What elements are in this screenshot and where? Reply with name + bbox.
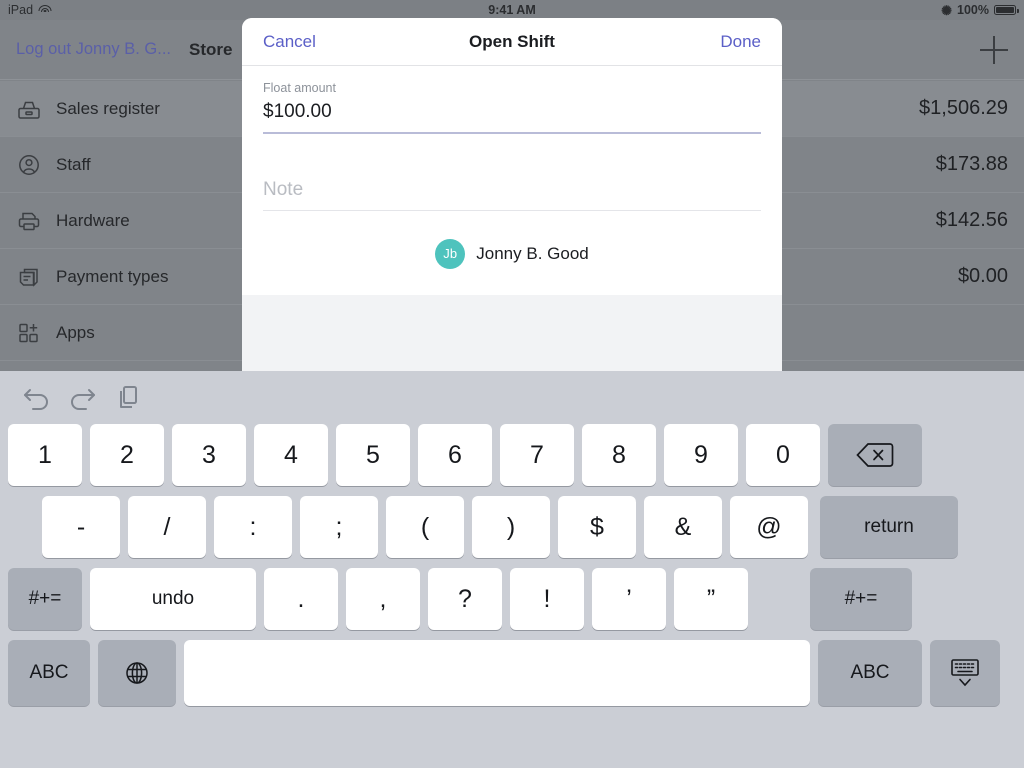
store-title: Store — [189, 39, 233, 59]
list-item-amount: $173.88 — [935, 153, 1008, 175]
key-3[interactable]: 3 — [172, 424, 246, 486]
key-2[interactable]: 2 — [90, 424, 164, 486]
status-bar-right: ✺ 100% — [941, 2, 1019, 18]
list-item-label: Payment types — [56, 266, 169, 286]
key-return[interactable]: return — [820, 496, 958, 558]
dismiss-keyboard-icon[interactable] — [930, 640, 1000, 706]
key-6[interactable]: 6 — [418, 424, 492, 486]
battery-full-icon — [994, 5, 1019, 15]
key-0[interactable]: 0 — [746, 424, 820, 486]
bluetooth-icon: ✺ — [941, 2, 953, 18]
payment-types-icon — [16, 264, 42, 290]
key-abc-right[interactable]: ABC — [818, 640, 922, 706]
backspace-icon[interactable] — [828, 424, 922, 486]
key-comma[interactable]: , — [346, 568, 420, 630]
key-ampersand[interactable]: & — [644, 496, 722, 558]
key-slash[interactable]: / — [128, 496, 206, 558]
key-hyphen[interactable]: - — [42, 496, 120, 558]
sales-register-icon — [16, 96, 42, 122]
modal-body: Float amount $100.00 Note Jb Jonny B. Go… — [242, 66, 782, 295]
onscreen-keyboard: 1 2 3 4 5 6 7 8 9 0 - / : ; ( ) $ & @ re… — [0, 371, 1024, 768]
done-button[interactable]: Done — [720, 32, 761, 52]
list-item-label: Apps — [56, 322, 95, 342]
float-amount-label: Float amount — [263, 81, 336, 95]
key-5[interactable]: 5 — [336, 424, 410, 486]
key-8[interactable]: 8 — [582, 424, 656, 486]
key-dollar[interactable]: $ — [558, 496, 636, 558]
list-item-label: Hardware — [56, 210, 130, 230]
logout-button[interactable]: Log out Jonny B. G... — [16, 40, 171, 59]
key-abc-left[interactable]: ABC — [8, 640, 90, 706]
key-1[interactable]: 1 — [8, 424, 82, 486]
keyboard-toolbar — [0, 371, 1024, 424]
key-apostrophe[interactable]: ’ — [592, 568, 666, 630]
list-item-amount: $142.56 — [935, 209, 1008, 231]
key-symbols-right[interactable]: #+= — [810, 568, 912, 630]
key-space[interactable] — [184, 640, 810, 706]
key-question[interactable]: ? — [428, 568, 502, 630]
status-bar: iPad 9:41 AM ✺ 100% — [0, 0, 1024, 20]
staff-icon — [16, 152, 42, 178]
undo-icon[interactable] — [20, 381, 54, 413]
key-7[interactable]: 7 — [500, 424, 574, 486]
float-amount-field[interactable]: Float amount $100.00 — [263, 66, 761, 134]
key-9[interactable]: 9 — [664, 424, 738, 486]
list-item-label: Sales register — [56, 98, 160, 118]
keyboard-row-numbers: 1 2 3 4 5 6 7 8 9 0 — [0, 424, 1024, 486]
key-at[interactable]: @ — [730, 496, 808, 558]
ipad-screen: iPad 9:41 AM ✺ 100% Log out Jonny B. G..… — [0, 0, 1024, 768]
keyboard-row-symbols-1: - / : ; ( ) $ & @ return — [0, 486, 1024, 558]
keyboard-row-symbols-2: #+= undo . , ? ! ’ ” #+= — [0, 558, 1024, 630]
key-paren-close[interactable]: ) — [472, 496, 550, 558]
key-period[interactable]: . — [264, 568, 338, 630]
status-bar-clock: 9:41 AM — [488, 3, 536, 17]
plus-icon[interactable] — [980, 35, 1008, 64]
list-item-label: Staff — [56, 154, 91, 174]
modal-filler — [242, 294, 782, 371]
shift-user-row[interactable]: Jb Jonny B. Good — [263, 211, 761, 295]
key-4[interactable]: 4 — [254, 424, 328, 486]
list-item-amount: $1,506.29 — [919, 97, 1008, 119]
globe-icon[interactable] — [98, 640, 176, 706]
key-colon[interactable]: : — [214, 496, 292, 558]
modal-header: Cancel Open Shift Done — [242, 18, 782, 66]
avatar: Jb — [435, 238, 466, 269]
key-exclamation[interactable]: ! — [510, 568, 584, 630]
key-semicolon[interactable]: ; — [300, 496, 378, 558]
key-quote[interactable]: ” — [674, 568, 748, 630]
list-item-amount: $0.00 — [957, 265, 1008, 287]
note-field[interactable]: Note — [263, 134, 761, 211]
key-undo[interactable]: undo — [90, 568, 256, 630]
apps-icon — [16, 320, 42, 346]
note-input[interactable]: Note — [263, 174, 761, 210]
key-paren-open[interactable]: ( — [386, 496, 464, 558]
redo-icon[interactable] — [65, 381, 99, 413]
hardware-icon — [16, 208, 42, 234]
open-shift-modal: Cancel Open Shift Done Float amount $100… — [242, 18, 782, 371]
battery-percent-label: 100% — [957, 3, 989, 17]
modal-title: Open Shift — [469, 31, 555, 51]
float-amount-input[interactable]: $100.00 — [263, 96, 761, 132]
paste-icon[interactable] — [112, 381, 146, 413]
user-name-label: Jonny B. Good — [476, 243, 589, 263]
key-symbols-left[interactable]: #+= — [8, 568, 82, 630]
keyboard-row-bottom: ABC ABC — [0, 630, 1024, 706]
